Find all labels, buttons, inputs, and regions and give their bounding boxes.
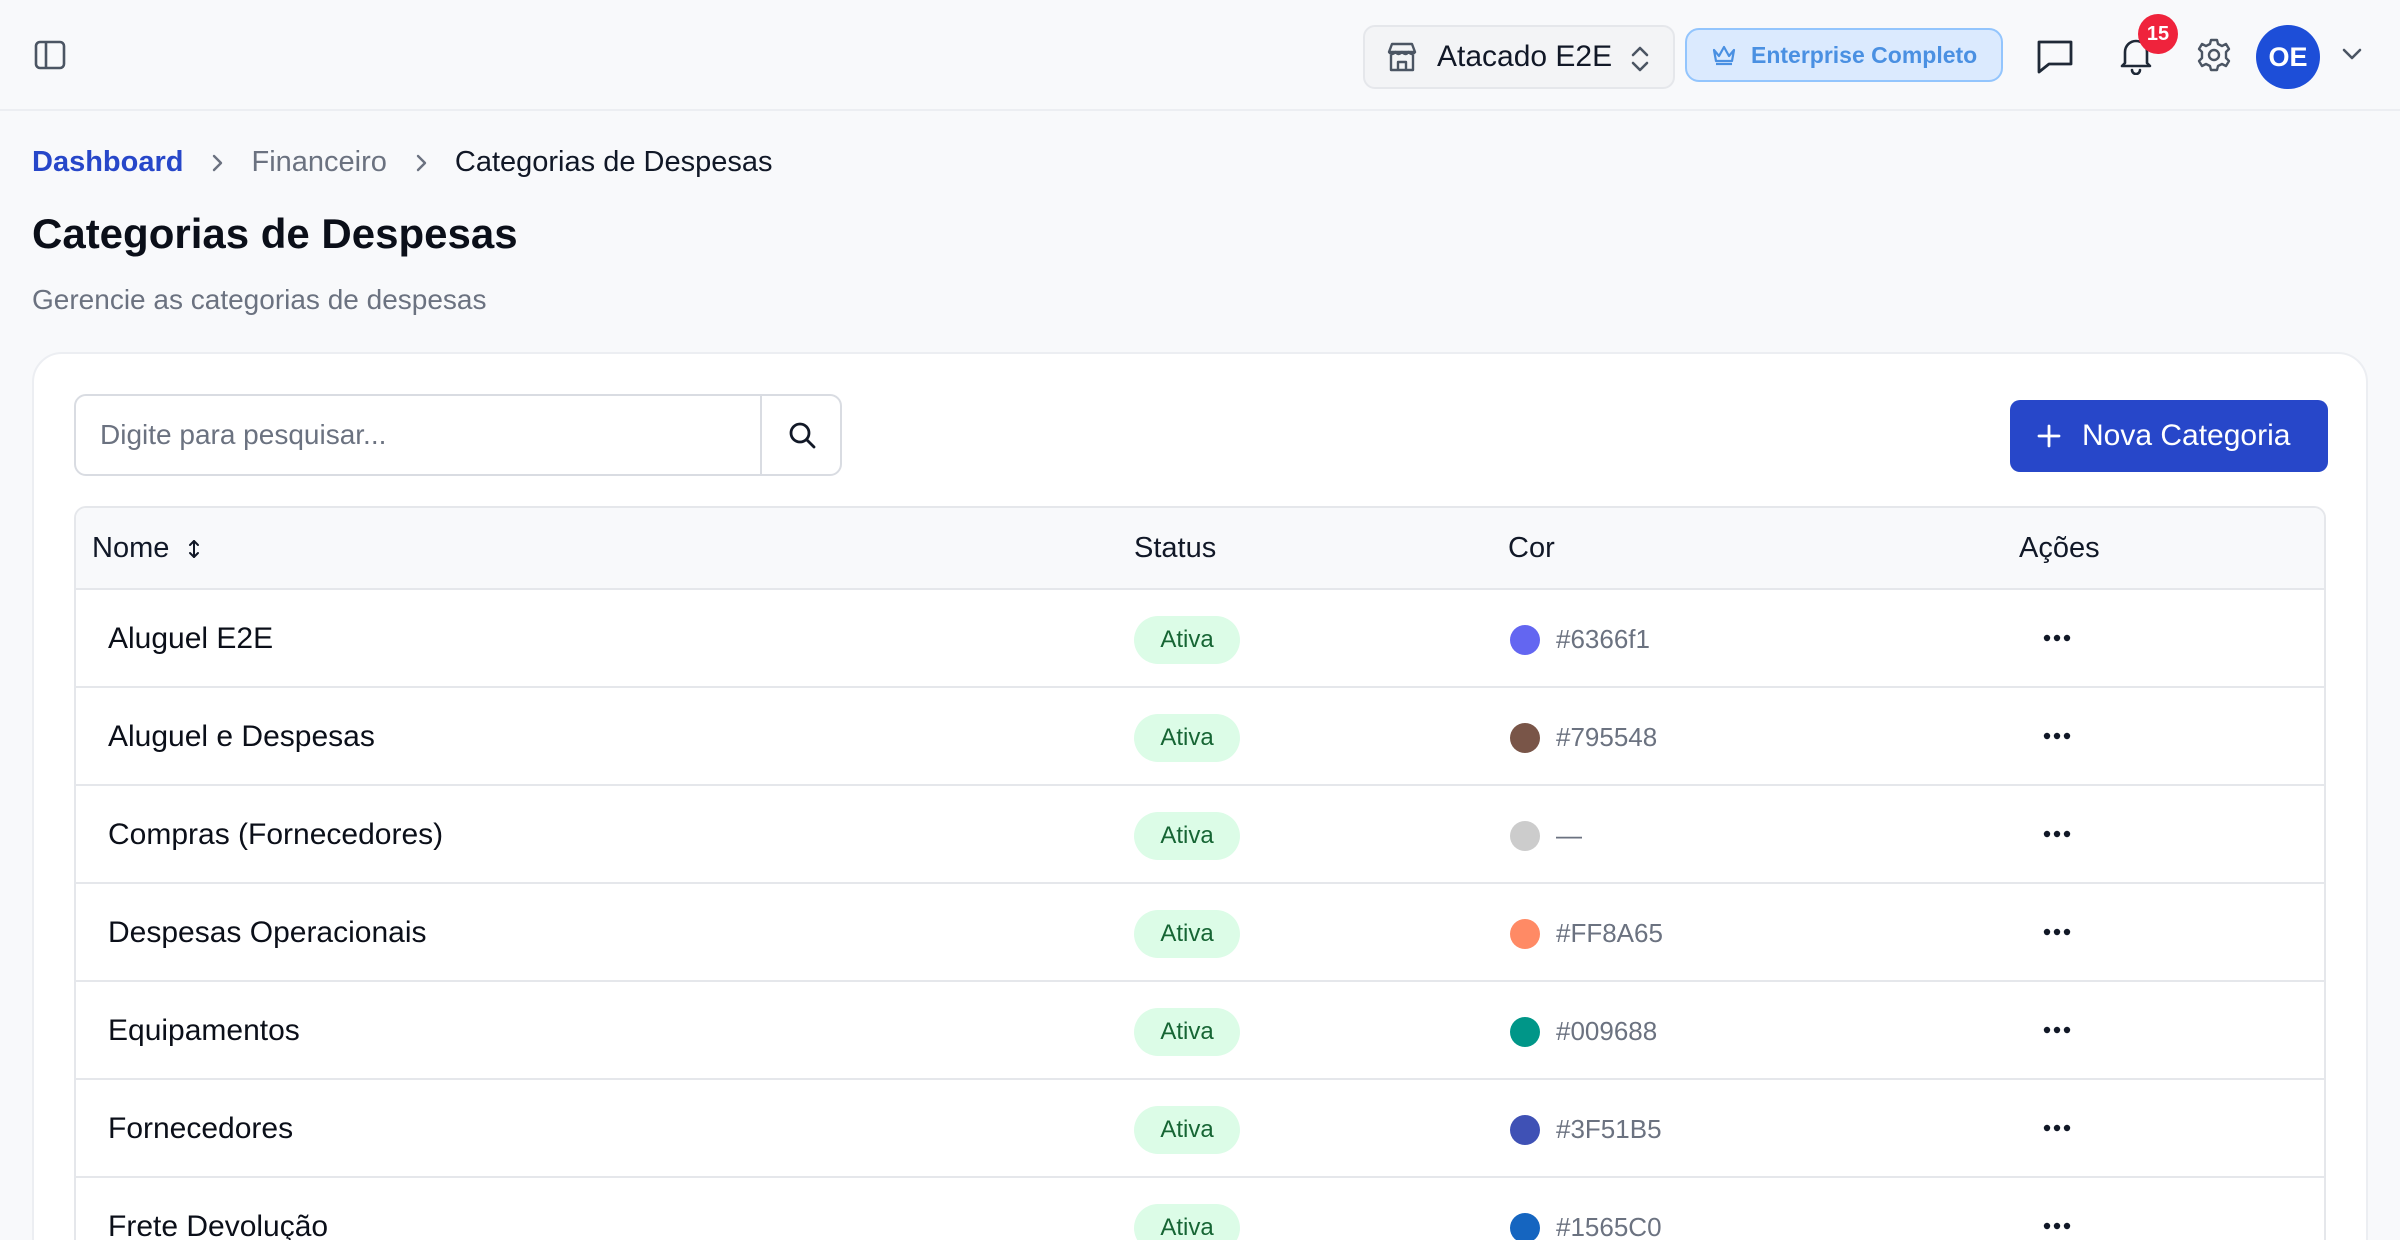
- category-name: Aluguel e Despesas: [108, 720, 375, 753]
- color-hex: —: [1556, 820, 1582, 850]
- chat-icon[interactable]: [2035, 37, 2075, 75]
- color-hex: #1565C0: [1556, 1212, 1662, 1240]
- avatar[interactable]: OE: [2256, 25, 2320, 89]
- page-title: Categorias de Despesas: [32, 210, 518, 257]
- chevron-right-icon: [416, 154, 427, 171]
- row-actions-button[interactable]: [2038, 720, 2076, 752]
- search-button[interactable]: [760, 396, 842, 474]
- more-horizontal-icon: [2043, 732, 2071, 740]
- table-body: Aluguel E2E Ativa #6366f1 Aluguel e Despesa…: [76, 590, 2324, 1240]
- column-header-status: Status: [1134, 532, 1217, 564]
- column-header-name[interactable]: Nome: [92, 532, 201, 565]
- color-hex: #6366f1: [1556, 624, 1650, 654]
- color-swatch: [1510, 1115, 1540, 1145]
- new-category-button[interactable]: Nova Categoria: [2010, 400, 2328, 472]
- table-header: Nome Status Cor Ações: [76, 508, 2324, 590]
- chevron-right-icon: [213, 154, 223, 171]
- color-swatch: [1510, 723, 1540, 753]
- new-category-label: Nova Categoria: [2082, 419, 2291, 452]
- row-actions-button[interactable]: [2038, 916, 2076, 948]
- row-actions-button[interactable]: [2038, 1112, 2076, 1144]
- gear-icon[interactable]: [2196, 37, 2232, 73]
- color-hex: #795548: [1556, 722, 1658, 752]
- table-row: Aluguel E2E Ativa #6366f1: [76, 590, 2324, 688]
- search-box: [74, 394, 842, 476]
- more-horizontal-icon: [2043, 634, 2071, 642]
- color-swatch: [1510, 821, 1540, 851]
- category-name: Fornecedores: [108, 1112, 294, 1145]
- store-name: Atacado E2E: [1437, 40, 1613, 73]
- row-actions-button[interactable]: [2038, 1210, 2076, 1240]
- breadcrumb-financeiro[interactable]: Financeiro: [251, 146, 386, 179]
- status-badge: Ativa: [1134, 1106, 1240, 1154]
- plan-label: Enterprise Completo: [1751, 41, 1978, 68]
- search-icon: [789, 422, 816, 449]
- color-swatch: [1510, 919, 1540, 949]
- table-row: Aluguel e Despesas Ativa #795548: [76, 688, 2324, 786]
- column-header-actions: Ações: [2019, 532, 2100, 564]
- more-horizontal-icon: [2043, 1026, 2071, 1034]
- table-row: Compras (Fornecedores) Ativa —: [76, 786, 2324, 884]
- status-badge: Ativa: [1134, 1008, 1240, 1056]
- store-icon: [1387, 42, 1417, 72]
- status-badge: Ativa: [1134, 910, 1240, 958]
- color-swatch: [1510, 1213, 1540, 1240]
- table-row: Equipamentos Ativa #009688: [76, 982, 2324, 1080]
- breadcrumb-current: Categorias de Despesas: [454, 146, 773, 178]
- categories-card: Nova Categoria Nome Status Cor Ações Alu…: [32, 352, 2368, 1240]
- chevron-up-down-icon: [1631, 46, 1649, 72]
- color-hex: #009688: [1556, 1016, 1658, 1046]
- status-badge: Ativa: [1134, 812, 1240, 860]
- color-swatch: [1510, 1017, 1540, 1047]
- color-hex: #FF8A65: [1556, 918, 1663, 948]
- store-selector[interactable]: Atacado E2E: [1363, 25, 1675, 89]
- category-name: Compras (Fornecedores): [108, 818, 444, 851]
- breadcrumb: Dashboard Financeiro Categorias de Despe…: [32, 146, 772, 179]
- plan-badge[interactable]: Enterprise Completo: [1685, 28, 2003, 82]
- category-name: Despesas Operacionais: [108, 916, 427, 949]
- page-subtitle: Gerencie as categorias de despesas: [32, 284, 487, 315]
- color-swatch: [1510, 625, 1540, 655]
- plus-icon: [2037, 424, 2061, 448]
- sidebar-toggle-icon[interactable]: [34, 40, 66, 70]
- status-badge: Ativa: [1134, 714, 1240, 762]
- color-hex: #3F51B5: [1556, 1114, 1662, 1144]
- table-row: Despesas Operacionais Ativa #FF8A65: [76, 884, 2324, 982]
- column-header-color: Cor: [1508, 532, 1555, 564]
- row-actions-button[interactable]: [2038, 1014, 2076, 1046]
- column-name-label: Nome: [92, 532, 170, 564]
- more-horizontal-icon: [2043, 1222, 2071, 1230]
- more-horizontal-icon: [2043, 1124, 2071, 1132]
- sort-icon: [189, 539, 200, 558]
- table-row: Fornecedores Ativa #3F51B5: [76, 1080, 2324, 1178]
- category-name: Equipamentos: [108, 1014, 300, 1047]
- status-badge: Ativa: [1134, 1204, 1240, 1240]
- notification-count-badge: 15: [2138, 14, 2178, 54]
- search-input[interactable]: [76, 396, 756, 474]
- breadcrumb-dashboard[interactable]: Dashboard: [32, 146, 183, 179]
- category-name: Aluguel E2E: [108, 622, 274, 655]
- table-row: Frete Devolução Ativa #1565C0: [76, 1178, 2324, 1240]
- row-actions-button[interactable]: [2038, 622, 2076, 654]
- status-badge: Ativa: [1134, 616, 1240, 664]
- chevron-down-icon[interactable]: [2340, 46, 2364, 62]
- top-bar: Atacado E2E Enterprise Completo 15 OE: [0, 0, 2400, 111]
- more-horizontal-icon: [2043, 830, 2071, 838]
- categories-table: Nome Status Cor Ações Aluguel E2E Ativa #6…: [74, 506, 2326, 1240]
- row-actions-button[interactable]: [2038, 818, 2076, 850]
- crown-icon: [1712, 45, 1736, 66]
- more-horizontal-icon: [2043, 928, 2071, 936]
- category-name: Frete Devolução: [108, 1210, 329, 1240]
